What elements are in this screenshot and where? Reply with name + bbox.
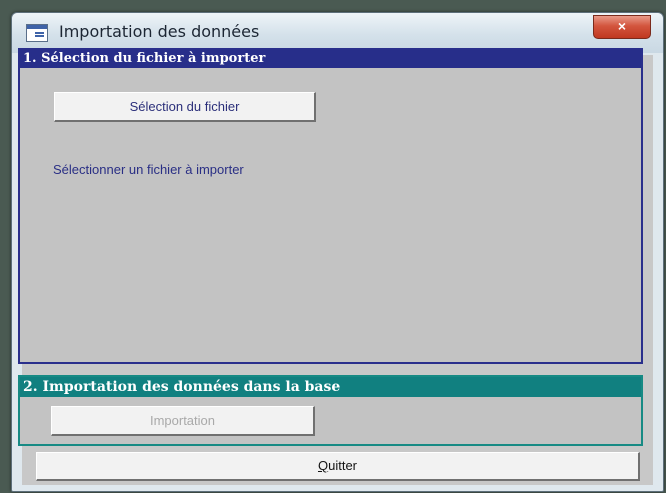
- form-window-icon: [26, 24, 48, 42]
- title-bar[interactable]: Importation des données ×: [12, 13, 663, 53]
- quit-label-rest: uitter: [328, 458, 358, 473]
- quit-button[interactable]: Quitter: [36, 452, 640, 481]
- file-selection-header: 1. Sélection du fichier à importer: [20, 50, 641, 68]
- quit-mnemonic: Q: [317, 458, 329, 473]
- window-title: Importation des données: [59, 22, 260, 41]
- data-import-header: 2. Importation des données dans la base: [20, 377, 641, 397]
- close-button[interactable]: ×: [593, 15, 651, 39]
- close-icon: ×: [617, 18, 627, 34]
- data-import-section: 2. Importation des données dans la base …: [18, 375, 643, 446]
- file-selection-section: 1. Sélection du fichier à importer Sélec…: [18, 48, 643, 364]
- import-button[interactable]: Importation: [51, 406, 315, 436]
- select-file-button[interactable]: Sélection du fichier: [54, 92, 316, 122]
- file-status-text: Sélectionner un fichier à importer: [53, 162, 244, 177]
